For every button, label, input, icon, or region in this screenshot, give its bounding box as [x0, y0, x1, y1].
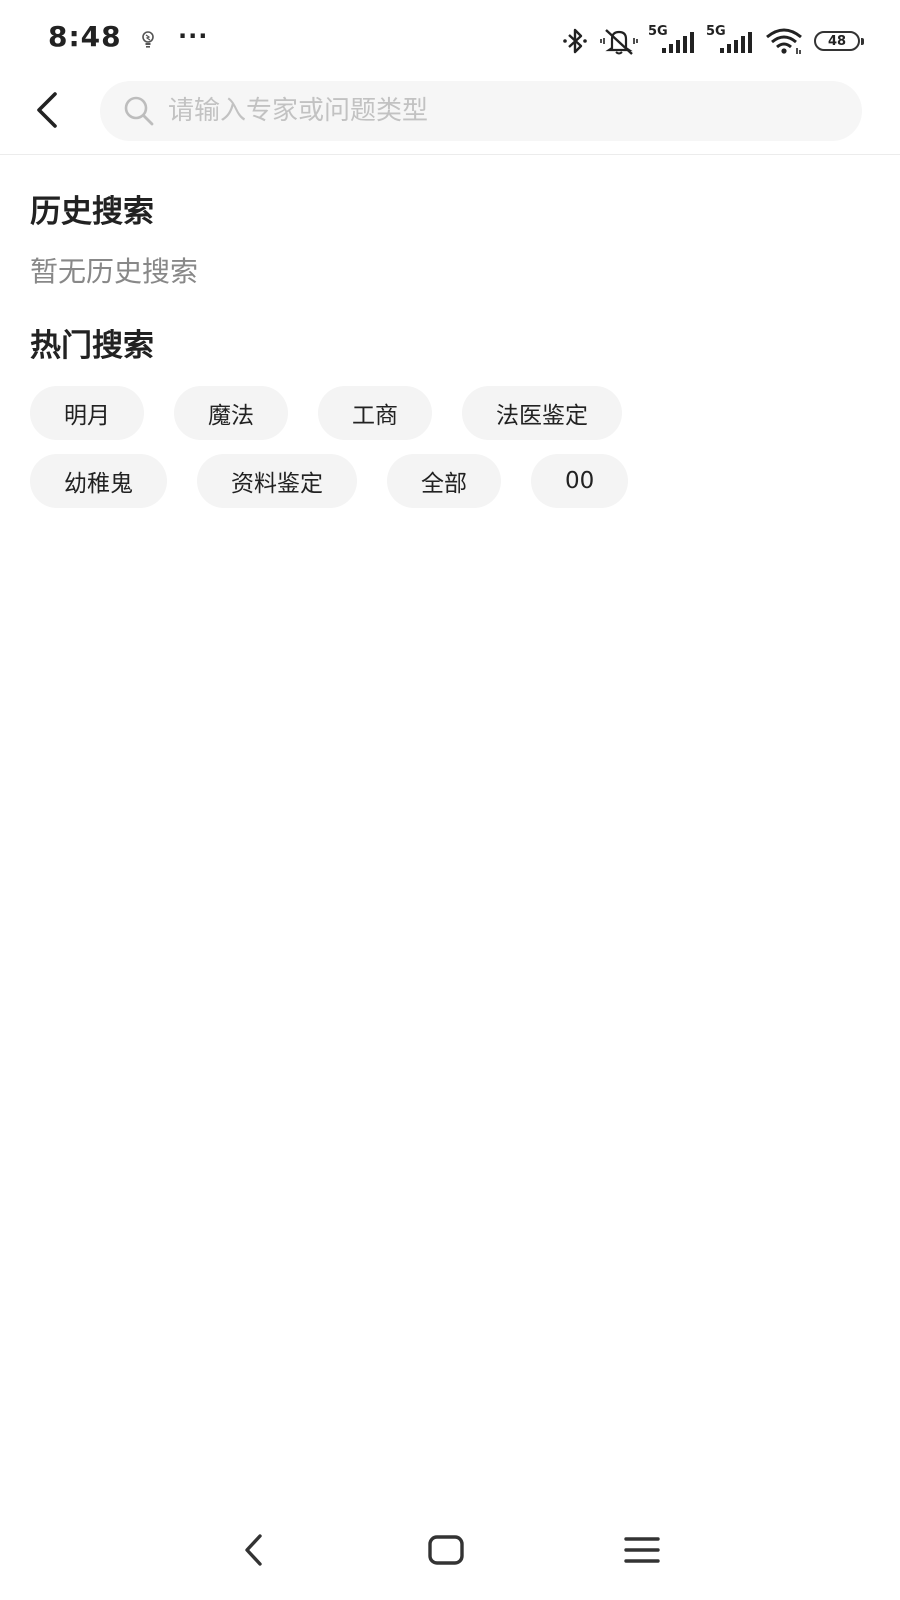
wifi-icon: [764, 26, 804, 56]
more-notifications-dots: ···: [178, 22, 209, 50]
status-bar: 8:48 ··· 5G 5G 48: [0, 0, 900, 78]
signal-icon: 5G: [706, 24, 754, 56]
bluetooth-icon: [560, 26, 590, 56]
hot-tag[interactable]: 幼稚鬼: [30, 454, 167, 508]
hot-tag[interactable]: 00: [531, 454, 629, 508]
hot-tag[interactable]: 法医鉴定: [462, 386, 622, 440]
hot-tag[interactable]: 魔法: [174, 386, 288, 440]
home-icon: [428, 1535, 464, 1565]
hot-tag[interactable]: 工商: [318, 386, 432, 440]
network-type-label: 5G: [706, 24, 726, 39]
hot-tag[interactable]: 明月: [30, 386, 144, 440]
search-input[interactable]: [168, 96, 808, 126]
nav-menu-button[interactable]: [617, 1528, 667, 1572]
mute-icon: [600, 26, 638, 56]
lightbulb-icon: [140, 30, 156, 50]
hot-search-title: 热门搜索: [30, 328, 154, 364]
hot-tag[interactable]: 全部: [387, 454, 501, 508]
search-header: [0, 78, 900, 155]
signal-icon: 5G: [648, 24, 696, 56]
hot-tags-row: 幼稚鬼 资料鉴定 全部 00: [30, 454, 629, 508]
status-icons: 5G 5G 48: [560, 24, 864, 58]
history-empty-text: 暂无历史搜索: [30, 255, 199, 288]
status-time: 8:48: [48, 20, 122, 53]
menu-icon: [624, 1537, 660, 1563]
network-type-label: 5G: [648, 24, 668, 39]
back-button[interactable]: [26, 88, 66, 132]
back-icon: [245, 1534, 262, 1566]
search-box[interactable]: [100, 81, 862, 141]
nav-back-button[interactable]: [228, 1528, 278, 1572]
system-navigation-bar: [0, 1500, 900, 1600]
nav-home-button[interactable]: [421, 1528, 471, 1572]
battery-icon: 48: [814, 31, 864, 51]
hot-tags-row: 明月 魔法 工商 法医鉴定: [30, 386, 622, 440]
back-arrow-icon: [37, 92, 57, 128]
hot-tag[interactable]: 资料鉴定: [197, 454, 357, 508]
history-search-title: 历史搜索: [30, 194, 154, 230]
search-icon: [122, 94, 156, 128]
